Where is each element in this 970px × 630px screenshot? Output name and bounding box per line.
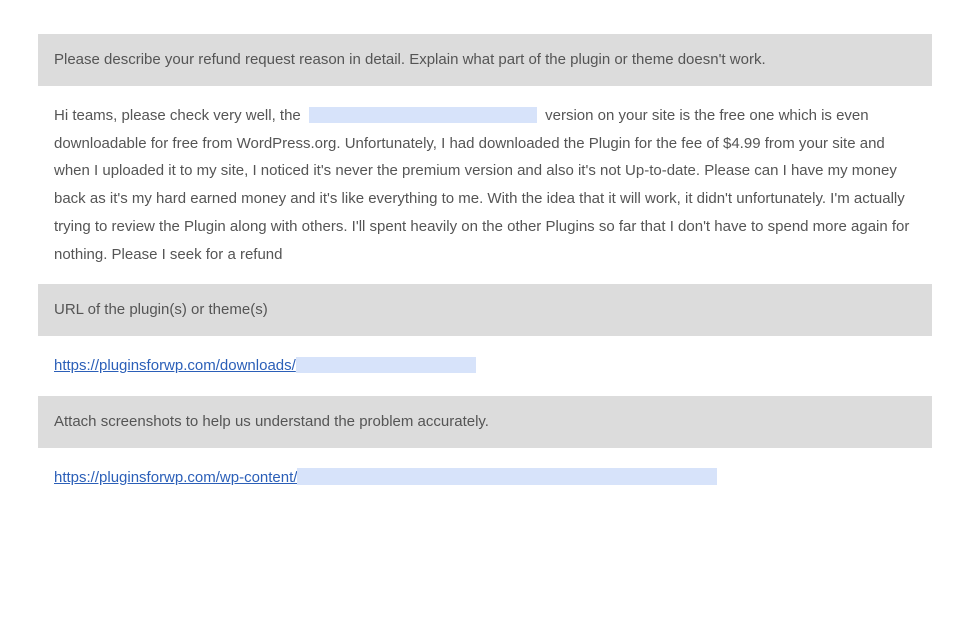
plugin-url-row: https://pluginsforwp.com/downloads/: [38, 352, 932, 380]
refund-reason-body: Hi teams, please check very well, the ve…: [38, 102, 932, 269]
screenshots-header-text: Attach screenshots to help us understand…: [54, 413, 489, 430]
redacted-plugin-name: [309, 107, 537, 124]
refund-reason-header-text: Please describe your refund request reas…: [54, 51, 766, 68]
screenshot-url-row: https://pluginsforwp.com/wp-content/: [38, 464, 932, 492]
url-header-text: URL of the plugin(s) or theme(s): [54, 301, 268, 318]
screenshots-header: Attach screenshots to help us understand…: [38, 396, 932, 448]
refund-reason-part1: Hi teams, please check very well, the: [54, 107, 305, 124]
refund-reason-header: Please describe your refund request reas…: [38, 34, 932, 86]
screenshot-url-link[interactable]: https://pluginsforwp.com/wp-content/: [54, 469, 297, 486]
redacted-screenshot-url-tail: [297, 468, 717, 485]
url-header: URL of the plugin(s) or theme(s): [38, 284, 932, 336]
plugin-url-link[interactable]: https://pluginsforwp.com/downloads/: [54, 357, 296, 374]
refund-reason-part2: version on your site is the free one whi…: [54, 107, 909, 263]
redacted-plugin-url-tail: [296, 357, 476, 374]
